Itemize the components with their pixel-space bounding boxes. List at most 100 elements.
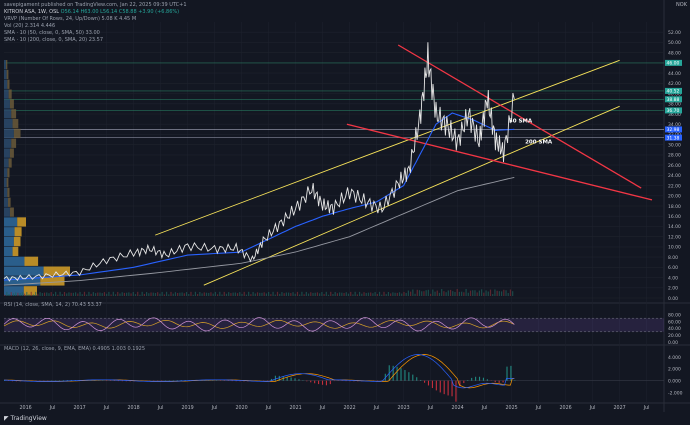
volume-bar [248,291,250,296]
volume-bar [316,292,319,296]
y-tick-label: 16.00 [668,214,681,220]
volume-bar [114,294,117,296]
volume-bar [172,293,174,296]
volume-bar [141,291,143,296]
volume-profile-bar [23,286,37,296]
x-tick-label: 2016 [19,405,31,411]
x-tick-label: Jul [535,405,542,411]
x-tick-label: Jul [265,405,272,411]
volume-bar [183,293,185,296]
macd-histogram-bar [321,380,324,385]
y-tick-label: 14.00 [668,224,681,230]
volume-bar [194,291,197,296]
x-tick-label: Jul [319,405,326,411]
volume-bar [301,291,303,296]
macd-tick-label: 2.000 [668,367,681,373]
volume-bar [259,292,261,296]
volume-bar [332,293,334,296]
volume-bar [212,293,214,296]
rsi-indicator-label: RSI (14, close, SMA, 14, 2) 70.43 53.37 [4,302,102,308]
volume-bar [294,293,296,296]
volume-bar [52,293,55,296]
volume-profile-bar [4,69,7,80]
volume-profile-bar [9,207,14,217]
volume-bar [299,294,301,296]
volume-bar [243,291,245,296]
volume-bar [416,289,418,296]
volume-profile-bar [4,266,44,276]
volume-bar [241,293,243,296]
volume-bar [232,292,234,296]
trendline-channel-upper [155,59,620,236]
y-tick-label: 28.00 [668,153,681,159]
volume-bar [429,293,432,296]
volume-bar [108,291,110,296]
price-label: 32.98 [667,127,680,133]
volume-bar [41,293,43,296]
macd-histogram-bar [494,380,496,383]
volume-bar [66,293,68,296]
volume-bar [159,293,161,296]
tradingview-logo: ◤ TradingView [4,416,47,422]
x-tick-label: 2018 [127,405,139,411]
volume-bar [97,292,99,296]
volume-bar [339,292,341,296]
volume-bar [43,292,46,296]
volume-bar [185,292,188,296]
volume-bar [305,291,307,296]
volume-bar [372,293,374,296]
volume-bar [436,290,438,296]
volume-profile-bar [9,148,14,158]
volume-profile-bar [4,119,13,129]
price-label: 31.38 [667,135,680,141]
macd-histogram-bar [435,380,437,391]
y-tick-label: 8.00 [668,255,678,261]
macd-histogram-bar [420,379,422,381]
y-tick-label: 20.00 [668,194,681,200]
volume-bar [103,292,106,296]
macd-histogram-bar [310,380,312,383]
volume-profile-bar [4,148,10,158]
sma50-line [3,112,515,281]
volume-bar [197,294,199,296]
macd-histogram-bar [318,380,320,385]
volume-profile-bar [8,89,12,99]
volume-profile-bar [4,109,12,119]
volume-bar [341,292,343,296]
price-label: 46.00 [667,61,680,67]
volume-bar [46,292,48,296]
volume-bar [86,294,88,296]
macd-histogram-bar [392,365,394,381]
volume-bar [398,292,401,296]
volume-bar [350,291,352,296]
volume-profile-bar [7,168,10,178]
y-tick-label: 26.00 [668,163,681,169]
volume-bar [363,292,365,296]
volume-bar [327,294,330,296]
macd-tick-label: 4.000 [668,355,681,361]
volume-bar [287,292,290,296]
macd-signal-line [4,354,515,389]
macd-histogram-bar [306,380,308,382]
volume-profile-bar [4,178,7,188]
volume-profile-bar [6,178,9,188]
macd-histogram-bar [416,377,418,381]
volume-bar [168,294,170,296]
symbol-line: KITRON ASA, 1W, OSL O56.14 H63.00 L56.14… [4,9,179,15]
volume-bar [367,292,370,296]
macd-histogram-bar [431,380,433,389]
vrvp-indicator: VRVP (Number Of Rows, 24, Up/Down) 5.08 … [4,16,137,22]
volume-bar [6,291,8,296]
x-tick-label: Jul [157,405,164,411]
volume-bar [383,291,385,296]
volume-bar [110,294,112,296]
volume-profile-bar [4,217,18,227]
volume-bar [347,293,350,296]
volume-bar [303,294,305,296]
volume-bar [312,292,314,296]
volume-bar [210,292,212,296]
price-label: 40.52 [667,89,680,95]
volume-bar [374,292,376,296]
volume-bar [390,293,392,296]
rsi-tick-label: 60.00 [668,319,681,325]
